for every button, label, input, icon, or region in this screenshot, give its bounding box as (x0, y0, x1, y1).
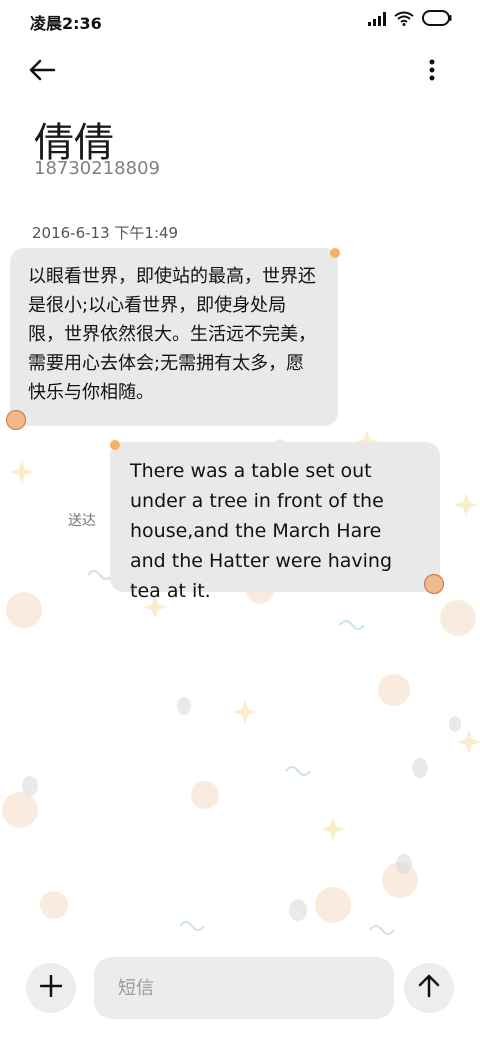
battery-icon (422, 10, 452, 30)
signal-icon (368, 11, 386, 30)
status-icons (368, 10, 452, 30)
more-options-button[interactable] (420, 54, 444, 90)
status-time: 凌晨2:36 (30, 14, 102, 33)
status-bar: 凌晨2:36 (0, 0, 480, 40)
send-button[interactable] (404, 963, 454, 1013)
message-input[interactable] (94, 957, 394, 1019)
back-button[interactable] (28, 52, 68, 92)
outgoing-message-bubble[interactable]: There was a table set out under a tree i… (110, 442, 440, 602)
incoming-message-bubble[interactable]: 以眼看世界，即使站的最高，世界还是很小;以心看世界，即使身处局限，世界依然很大。… (10, 248, 338, 426)
outgoing-sticker-icon (110, 440, 120, 450)
incoming-sticker-icon (330, 248, 340, 258)
contact-avatar[interactable] (6, 410, 26, 430)
message-timestamp: 2016-6-13 下午1:49 (32, 224, 179, 242)
top-bar (0, 48, 480, 88)
wifi-icon (394, 11, 414, 30)
plus-icon (39, 974, 63, 1001)
more-vertical-icon (429, 59, 435, 85)
add-attachment-button[interactable] (26, 963, 76, 1013)
arrow-left-icon (28, 58, 56, 86)
delivery-status: 送达 (68, 513, 96, 529)
contact-phone-number: 18730218809 (34, 158, 160, 179)
arrow-up-icon (418, 974, 440, 1002)
composer-bar (0, 950, 480, 1040)
user-avatar[interactable] (424, 574, 444, 594)
